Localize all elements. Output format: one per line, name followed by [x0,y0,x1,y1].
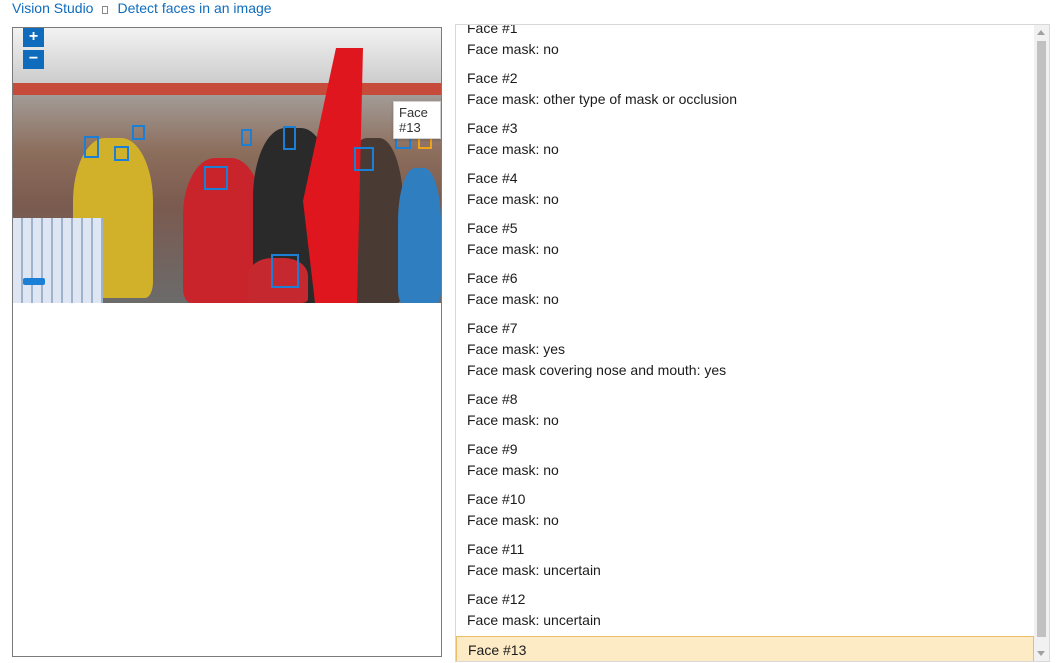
face-box-9[interactable] [271,254,299,288]
face-box-3[interactable] [132,125,145,140]
zoom-out-button[interactable]: − [23,50,44,69]
image-viewer: Face #13 + − [12,27,442,657]
face-result-title: Face #6 [467,270,518,286]
breadcrumb-detect-faces[interactable]: Detect faces in an image [117,0,271,16]
scroll-down-icon[interactable] [1037,651,1045,656]
face-result-title: Face #5 [467,220,518,236]
face-result-title: Face #11 [467,541,525,557]
face-box-1[interactable] [84,136,99,158]
crowd-photo[interactable]: Face #13 + − [13,28,441,303]
face-result-item[interactable]: Face #10 Face mask: no [456,486,1034,536]
face-result-attribute: Face mask: no [467,462,559,478]
breadcrumb-vision-studio[interactable]: Vision Studio [12,0,93,16]
face-box-2[interactable] [114,146,129,161]
face-result-title: Face #4 [467,170,518,186]
photo-person [398,168,441,303]
face-box-4[interactable] [204,166,228,190]
face-result-attribute: Face mask: no [467,512,559,528]
face-result-attribute: Face mask: yes [467,341,566,357]
face-result-attribute: Face mask: uncertain [467,612,601,628]
photo-cans [13,218,103,303]
face-tooltip: Face #13 [393,101,441,139]
scroll-thumb[interactable] [1037,41,1046,637]
face-result-item[interactable]: Face #7 Face mask: yes Face mask covering … [456,315,1034,386]
face-result-attribute: Face mask: uncertain [468,661,1022,662]
face-result-attribute: Face mask covering nose and mouth: yes [467,362,727,378]
face-result-attribute: Face mask: no [467,291,559,307]
face-box-7[interactable] [354,147,374,171]
face-result-item[interactable]: Face #6 Face mask: no [456,265,1034,315]
face-result-title: Face #3 [467,120,518,136]
face-box-6[interactable] [283,126,296,150]
face-result-title: Face #13 [468,642,527,658]
face-result-item[interactable]: Face #13 Face mask: uncertain [456,636,1034,662]
face-result-attribute: Face mask: uncertain [467,562,601,578]
breadcrumb: Vision Studio Detect faces in an image [12,0,272,17]
results-panel[interactable]: Face #1 Face mask: no Face #2 Face mask: ot… [455,24,1050,662]
face-result-attribute: Face mask: no [467,412,559,428]
breadcrumb-separator-icon [102,6,109,14]
face-result-title: Face #1 [467,24,518,36]
face-result-item[interactable]: Face #3 Face mask: no [456,115,1034,165]
face-result-title: Face #7 [467,320,518,336]
face-result-title: Face #2 [467,70,518,86]
face-result-attribute: Face mask: no [467,241,559,257]
photo-ceiling [13,28,441,88]
face-result-item[interactable]: Face #5 Face mask: no [456,215,1034,265]
face-result-title: Face #12 [467,591,526,607]
face-result-item[interactable]: Face #2 Face mask: other type of mask or … [456,65,1034,115]
results-list: Face #1 Face mask: no Face #2 Face mask: ot… [456,24,1034,662]
face-result-title: Face #10 [467,491,526,507]
face-result-attribute: Face mask: no [467,141,559,157]
face-result-attribute: Face mask: no [467,41,559,57]
face-result-attribute: Face mask: other type of mask or occlusi… [467,91,737,107]
face-result-item[interactable]: Face #1 Face mask: no [456,24,1034,65]
photo-store-banner [13,83,441,95]
face-result-attribute: Face mask: no [467,191,559,207]
scale-bar [23,278,45,285]
face-result-item[interactable]: Face #8 Face mask: no [456,386,1034,436]
face-box-5[interactable] [241,129,252,146]
scroll-up-icon[interactable] [1037,30,1045,35]
face-result-item[interactable]: Face #11 Face mask: uncertain [456,536,1034,586]
results-scrollbar[interactable] [1034,25,1049,661]
face-result-title: Face #8 [467,391,518,407]
zoom-in-button[interactable]: + [23,28,44,47]
face-result-item[interactable]: Face #12 Face mask: uncertain [456,586,1034,636]
face-result-title: Face #9 [467,441,518,457]
face-result-item[interactable]: Face #4 Face mask: no [456,165,1034,215]
face-result-item[interactable]: Face #9 Face mask: no [456,436,1034,486]
